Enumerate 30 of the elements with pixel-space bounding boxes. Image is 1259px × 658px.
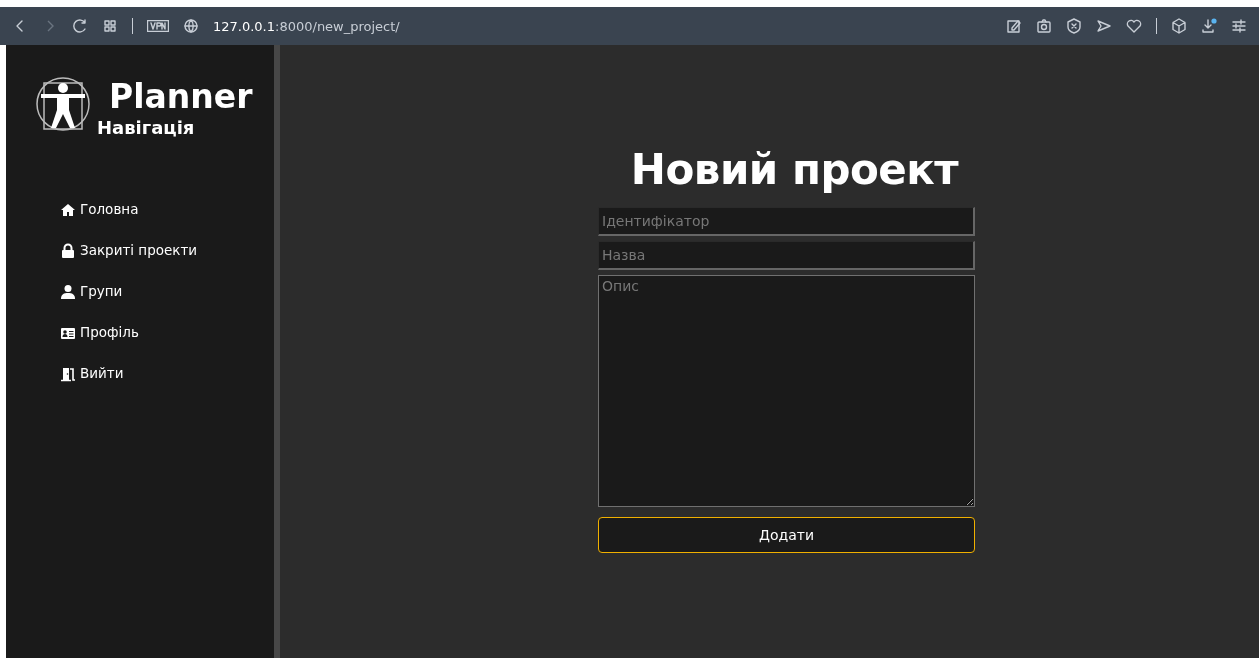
send-icon[interactable] [1096,18,1112,34]
shield-icon[interactable] [1066,18,1082,34]
nav-item[interactable]: Вийти [60,364,124,383]
cube-icon[interactable] [1171,18,1187,34]
vpn-icon[interactable] [147,20,169,32]
sidebar-heading: Навігація [97,116,196,140]
nav-item[interactable]: Головна [60,200,139,219]
nav-item[interactable]: Групи [60,282,123,301]
camera-icon[interactable] [1036,18,1052,34]
download-icon[interactable] [1201,18,1217,34]
heart-icon[interactable] [1126,18,1142,34]
reload-icon[interactable] [72,18,88,34]
globe-icon[interactable] [183,18,199,34]
page-title: Новий проект [629,144,960,196]
sliders-icon[interactable] [1231,18,1247,34]
app-title: Planner [109,78,253,116]
lock-icon [60,242,76,259]
description-field[interactable]: Опис [598,275,975,507]
input-field[interactable]: Назва [598,241,975,270]
grid-icon[interactable] [102,18,118,34]
address-bar[interactable]: 127.0.0.1:8000/new_project/ [213,18,400,34]
user-icon [60,283,76,300]
exit-icon [60,365,76,382]
nav-item[interactable]: Закриті проекти [60,241,198,260]
vitruvian-figure-logo [35,75,91,133]
nav-item[interactable]: Профіль [60,323,139,342]
add-button[interactable]: Додати [598,517,975,553]
home-icon [60,201,76,218]
edit-icon[interactable] [1006,18,1022,34]
input-field[interactable]: Ідентифікатор [598,207,975,236]
